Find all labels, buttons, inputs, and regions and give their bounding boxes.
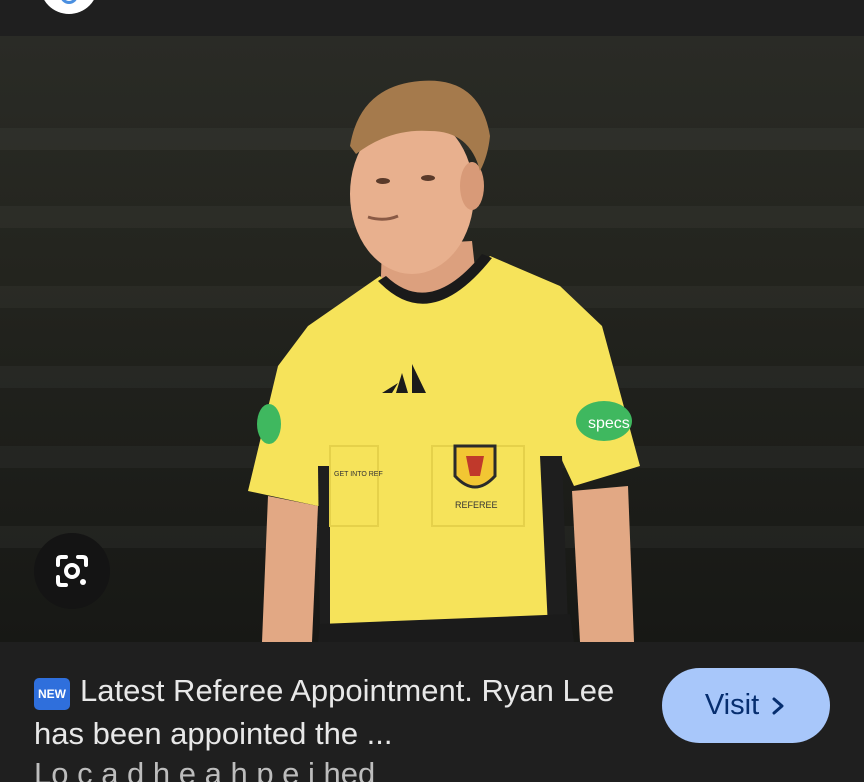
chevron-right-icon: [772, 697, 784, 714]
result-caption-row: NEW Latest Referee Appointment. Ryan Lee …: [0, 642, 864, 782]
sponsor-text: specs: [588, 415, 630, 432]
google-lens-button[interactable]: [34, 533, 110, 609]
eye: [421, 175, 435, 181]
visit-label: Visit: [704, 689, 760, 721]
visit-button[interactable]: Visit: [662, 668, 830, 743]
google-lens-icon: [56, 555, 88, 587]
result-snippet: Lo c a d h e a h p e i hed: [34, 756, 376, 782]
result-title-text: Latest Referee Appointment. Ryan Lee has…: [34, 673, 615, 751]
result-title[interactable]: NEW Latest Referee Appointment. Ryan Lee …: [34, 669, 634, 755]
patch-text: GET INTO REF: [334, 471, 383, 478]
left-arm: [262, 496, 318, 642]
referee-figure: specs REFEREE GET INTO REF: [248, 80, 640, 642]
top-bar: [0, 0, 864, 36]
result-image[interactable]: specs REFEREE GET INTO REF: [0, 36, 864, 642]
right-arm: [572, 486, 634, 642]
crest-caption: REFEREE: [455, 500, 498, 510]
site-logo[interactable]: [40, 0, 98, 14]
logo-mark-icon: [60, 0, 78, 4]
eye: [376, 178, 390, 184]
sponsor-badge: [257, 404, 281, 444]
new-badge-icon: NEW: [34, 678, 70, 710]
shirt-side-panel: [318, 466, 330, 636]
